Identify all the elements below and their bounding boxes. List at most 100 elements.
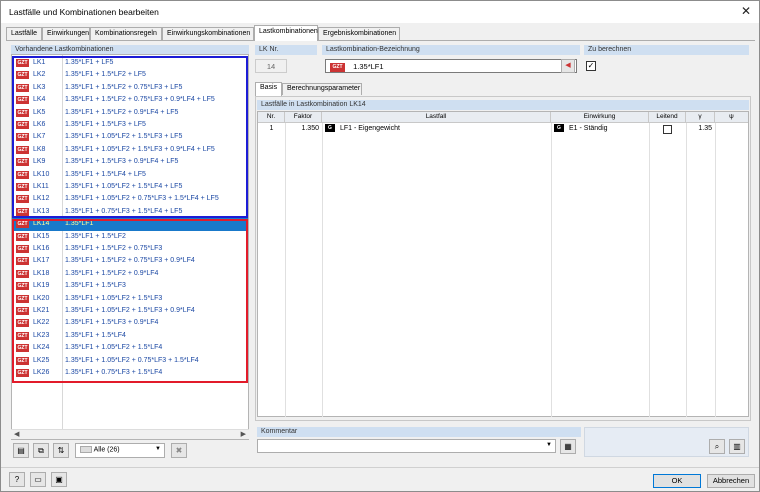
tab-einwirkungen[interactable]: Einwirkungen — [42, 27, 90, 40]
list-item-formula: 1.35*LF1 + 1.5*LF2 + 0.75*LF3 — [65, 245, 163, 252]
leitend-checkbox[interactable] — [663, 125, 672, 134]
cancel-button[interactable]: Abbrechen — [707, 474, 755, 488]
list-item-id: LK12 — [33, 195, 50, 203]
scroll-right-icon[interactable]: ▶ — [241, 430, 246, 438]
list-item-id: LK21 — [33, 307, 50, 314]
list-item[interactable]: GZT LK14 1.35*LF1 — [12, 218, 248, 231]
name-field[interactable]: GZT 1.35*LF1 — [325, 59, 577, 73]
list-item[interactable]: GZT LK2 1.35*LF1 + 1.5*LF2 + LF5 — [12, 69, 248, 81]
list-item-id: LK22 — [33, 319, 50, 327]
list-item-formula: 1.35*LF1 — [65, 220, 94, 228]
title-bar: Lastfälle und Kombinationen bearbeiten ✕ — [1, 1, 759, 23]
list-item-id: LK16 — [33, 245, 50, 252]
list-item[interactable]: GZT LK18 1.35*LF1 + 1.5*LF2 + 0.9*LF4 — [12, 268, 248, 280]
calc-checkbox[interactable]: ✓ — [586, 61, 596, 71]
grid-line — [551, 123, 552, 417]
gzt-badge-icon: GZT — [16, 220, 29, 229]
list-item-id: LK3 — [33, 83, 46, 91]
new-item-icon[interactable]: ▤ — [13, 443, 29, 458]
tab-ergebniskombinationen[interactable]: Ergebniskombinationen — [318, 27, 400, 40]
list-item[interactable]: GZT LK5 1.35*LF1 + 1.5*LF2 + 0.9*LF4 + LF5 — [12, 107, 248, 119]
gzt-badge-icon: GZT — [16, 195, 29, 204]
cell-nr: 1 — [269, 125, 274, 132]
list-item-formula: 1.35*LF1 + 1.05*LF2 + 1.5*LF3 + 0.9*LF4 — [65, 307, 195, 314]
name-edit-icon[interactable]: ◀ — [561, 59, 575, 73]
list-item[interactable]: GZT LK21 1.35*LF1 + 1.05*LF2 + 1.5*LF3 + 0… — [12, 305, 248, 317]
cell-einwirkung: E1 - Ständig — [569, 125, 608, 132]
list-item[interactable]: GZT LK15 1.35*LF1 + 1.5*LF2 — [12, 231, 248, 243]
list-item-id: LK7 — [33, 133, 46, 141]
tab-lastkombinationen[interactable]: Lastkombinationen — [254, 25, 318, 41]
list-item[interactable]: GZT LK26 1.35*LF1 + 0.75*LF3 + 1.5*LF4 — [12, 367, 248, 379]
list-item[interactable]: GZT LK11 1.35*LF1 + 1.05*LF2 + 1.5*LF4 + L… — [12, 181, 248, 193]
list-item-formula: 1.35*LF1 + 1.5*LF3 — [65, 282, 126, 290]
cell-faktor[interactable]: 1.350 — [285, 125, 319, 132]
tab-berechnungsparameter[interactable]: Berechnungsparameter — [282, 83, 362, 95]
list-item[interactable]: GZT LK17 1.35*LF1 + 1.5*LF2 + 0.75*LF3 + 0… — [12, 255, 248, 267]
list-item[interactable]: GZT LK9 1.35*LF1 + 1.5*LF3 + 0.9*LF4 + LF5 — [12, 156, 248, 168]
close-icon[interactable]: ✕ — [741, 4, 751, 18]
lastfall-g-icon: G — [325, 124, 335, 132]
list-item[interactable]: GZT LK16 1.35*LF1 + 1.5*LF2 + 0.75*LF3 — [12, 243, 248, 255]
list-item[interactable]: GZT LK25 1.35*LF1 + 1.05*LF2 + 0.75*LF3 + … — [12, 355, 248, 367]
save-icon[interactable]: ▣ — [51, 472, 67, 487]
search-icon[interactable]: ⌕ — [709, 439, 725, 454]
cell-lastfall[interactable]: LF1 - Eigengewicht — [340, 125, 400, 132]
copy-item-icon[interactable]: ⧉ — [33, 443, 49, 458]
gzt-badge-icon: GZT — [16, 170, 29, 179]
filter-select[interactable]: Alle (26) ▼ — [75, 443, 165, 458]
renumber-icon[interactable]: ⇅ — [53, 443, 69, 458]
list-item[interactable]: GZT LK23 1.35*LF1 + 1.5*LF4 — [12, 330, 248, 342]
comment-input[interactable]: ▼ — [257, 439, 556, 453]
combination-list[interactable]: GZT LK1 1.35*LF1 + LF5 GZT LK2 1.35*LF1 + 1.5… — [11, 54, 249, 440]
list-item[interactable]: GZT LK24 1.35*LF1 + 1.05*LF2 + 1.5*LF4 — [12, 342, 248, 354]
delete-icon[interactable]: ✖ — [171, 443, 187, 458]
list-item[interactable]: GZT LK22 1.35*LF1 + 1.5*LF3 + 0.9*LF4 — [12, 317, 248, 329]
window-title: Lastfälle und Kombinationen bearbeiten — [9, 7, 159, 17]
einwirkung-g-icon: G — [554, 124, 564, 132]
filter-swatch-icon — [80, 446, 92, 453]
gzt-badge-icon: GZT — [16, 71, 29, 80]
list-item-formula: 1.35*LF1 + 1.05*LF2 + 0.75*LF3 + 1.5*LF4 — [65, 356, 199, 364]
list-item[interactable]: GZT LK4 1.35*LF1 + 1.5*LF2 + 0.75*LF3 + 0.… — [12, 94, 248, 106]
gzt-badge-icon: GZT — [16, 96, 29, 105]
col-einwirkung: Einwirkung — [551, 112, 649, 123]
list-item[interactable]: GZT LK13 1.35*LF1 + 0.75*LF3 + 1.5*LF4 + L… — [12, 206, 248, 218]
list-item[interactable]: GZT LK10 1.35*LF1 + 1.5*LF4 + LF5 — [12, 169, 248, 181]
tab-basis[interactable]: Basis — [255, 82, 282, 96]
list-item[interactable]: GZT LK8 1.35*LF1 + 1.05*LF2 + 1.5*LF3 + 0.… — [12, 144, 248, 156]
list-item-formula: 1.35*LF1 + 1.05*LF2 + 1.5*LF3 — [65, 294, 163, 302]
list-item-id: LK26 — [33, 369, 50, 376]
list-item[interactable]: GZT LK20 1.35*LF1 + 1.05*LF2 + 1.5*LF3 — [12, 293, 248, 305]
list-item[interactable]: GZT LK6 1.35*LF1 + 1.5*LF3 + LF5 — [12, 119, 248, 131]
grid-line — [715, 123, 716, 417]
lk-nr-label: LK Nr. — [255, 45, 317, 55]
loadcase-table[interactable]: Nr. Faktor Lastfall Einwirkung Leitend γ… — [257, 111, 749, 417]
list-item[interactable]: GZT LK19 1.35*LF1 + 1.5*LF3 — [12, 280, 248, 292]
gzt-badge-icon: GZT — [16, 356, 29, 365]
list-item-formula: 1.35*LF1 + 1.5*LF2 + 0.75*LF3 + LF5 — [65, 83, 183, 91]
open-folder-icon[interactable]: ▭ — [30, 472, 46, 487]
list-item-formula: 1.35*LF1 + 1.05*LF2 + 0.75*LF3 + 1.5*LF4… — [65, 195, 219, 203]
list-item[interactable]: GZT LK7 1.35*LF1 + 1.05*LF2 + 1.5*LF3 + LF… — [12, 131, 248, 143]
gzt-badge-icon: GZT — [16, 282, 29, 291]
horizontal-scrollbar[interactable]: ◀ ▶ — [11, 429, 249, 439]
tab-einwirkungskombinationen[interactable]: Einwirkungskombinationen — [162, 27, 254, 40]
gzt-badge-icon: GZT — [16, 133, 29, 142]
list-item-id: LK13 — [33, 207, 50, 215]
list-item[interactable]: GZT LK12 1.35*LF1 + 1.05*LF2 + 0.75*LF3 + … — [12, 193, 248, 205]
table-row[interactable]: 1 1.350 G LF1 - Eigengewicht G E1 - Stän… — [258, 124, 748, 136]
list-item-id: LK24 — [33, 344, 50, 352]
list-item[interactable]: GZT LK1 1.35*LF1 + LF5 — [12, 57, 248, 69]
comment-library-icon[interactable]: ▦ — [560, 439, 576, 454]
tab-kombinationsregeln[interactable]: Kombinationsregeln — [90, 27, 162, 40]
ok-button[interactable]: OK — [653, 474, 701, 488]
list-item-id: LK1 — [33, 59, 46, 66]
table-icon[interactable]: ▥ — [729, 439, 745, 454]
list-item[interactable]: GZT LK3 1.35*LF1 + 1.5*LF2 + 0.75*LF3 + LF… — [12, 82, 248, 94]
grid-line — [285, 123, 286, 417]
scroll-left-icon[interactable]: ◀ — [14, 430, 19, 438]
tab-lastfaelle[interactable]: Lastfälle — [6, 27, 42, 40]
help-icon[interactable]: ? — [9, 472, 25, 487]
list-item-formula: 1.35*LF1 + 1.5*LF2 + 0.9*LF4 + LF5 — [65, 108, 179, 116]
